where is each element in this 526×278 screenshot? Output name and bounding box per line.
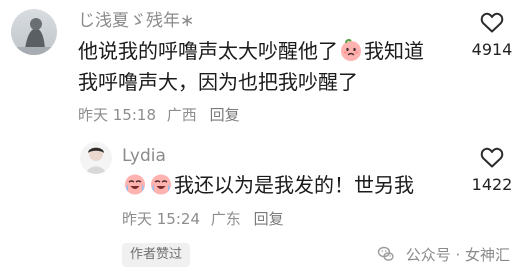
crying-laughing-emoji: [125, 174, 145, 195]
watermark-text: 公众号 · 女神汇: [405, 246, 510, 264]
comment-meta: 昨天 15:18 广西 回复: [78, 106, 246, 124]
like-count: 1422: [471, 175, 513, 194]
heart-icon: [480, 12, 504, 33]
comment-text: 我还以为是我发的！世另我: [122, 170, 422, 201]
reply-button[interactable]: 回复: [254, 210, 284, 228]
avatar[interactable]: [11, 9, 57, 55]
like-button[interactable]: 1422: [462, 146, 522, 194]
avatar-image: [11, 9, 57, 55]
sad-peach-emoji: [341, 38, 361, 61]
comment-location: 广东: [210, 210, 241, 228]
heart-icon: [480, 147, 504, 168]
username[interactable]: Lydia: [122, 146, 166, 166]
wechat-icon: [377, 246, 394, 261]
comment-time: 昨天 15:24: [122, 210, 200, 228]
comment-text-part-1: 他说我的呼噜声太大吵醒他了: [78, 39, 338, 63]
watermark: 公众号 · 女神汇: [377, 243, 510, 267]
author-liked-badge: 作者赞过: [122, 243, 191, 267]
comment-time: 昨天 15:18: [78, 106, 156, 124]
avatar-image: [80, 142, 112, 174]
comment-text: 他说我的呼噜声太大吵醒他了 我知道我呼噜声大，因为也把我吵醒了: [78, 36, 438, 98]
username[interactable]: じ浅夏ゞ残年∗: [78, 11, 194, 31]
comment-location: 广西: [166, 106, 197, 124]
comment-meta: 昨天 15:24 广东 回复: [122, 210, 290, 228]
avatar[interactable]: [80, 142, 112, 174]
comment-text: 我还以为是我发的！世另我: [174, 173, 414, 197]
reply-button[interactable]: 回复: [210, 106, 240, 124]
crying-laughing-emoji: [151, 174, 171, 195]
like-button[interactable]: 4914: [462, 11, 522, 59]
like-count: 4914: [471, 40, 513, 59]
